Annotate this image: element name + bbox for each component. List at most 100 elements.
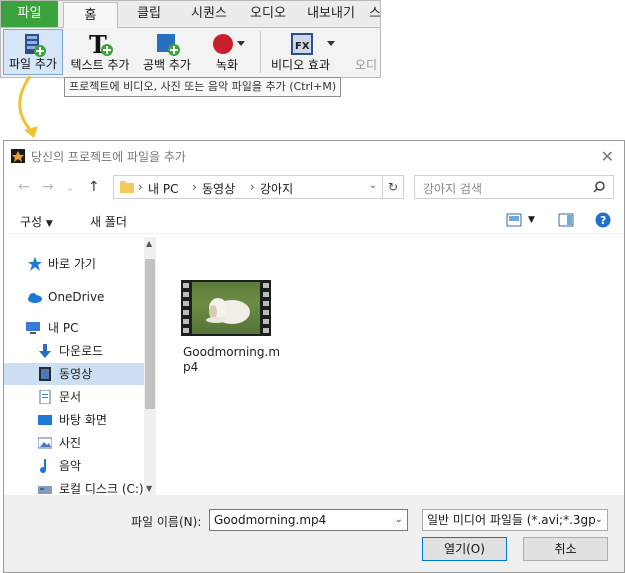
- download-icon: [39, 344, 51, 358]
- breadcrumb-item[interactable]: 강아지: [260, 180, 293, 197]
- video-effects-label: 비디오 효과: [271, 58, 331, 72]
- nav-item-documents[interactable]: 문서: [4, 386, 144, 408]
- tab-more[interactable]: 스: [365, 1, 380, 27]
- nav-item-label: 동영상: [59, 367, 93, 381]
- view-dropdown-icon[interactable]: ▼: [528, 215, 535, 225]
- dialog-title: 당신의 프로젝트에 파일을 추가: [31, 150, 186, 164]
- app-icon: [11, 149, 25, 163]
- up-icon[interactable]: ↑: [88, 179, 100, 195]
- add-blank-button[interactable]: 공백 추가: [137, 29, 197, 75]
- dialog-titlebar: 당신의 프로젝트에 파일을 추가 ✕: [4, 141, 624, 171]
- nav-item-label: 바로 가기: [48, 257, 96, 271]
- navigation-pane: 바로 가기 OneDrive 내 PC 다운로드 동영상 문서 바탕 화면 사진…: [4, 237, 156, 495]
- tab-sequence[interactable]: 시퀀스: [182, 1, 236, 27]
- ribbon-divider: [260, 31, 261, 73]
- nav-item-quick-access[interactable]: 바로 가기: [4, 253, 144, 275]
- music-icon: [40, 459, 46, 473]
- search-icon: [593, 181, 605, 193]
- ribbon-tabbar: 파일 홈 클립 시퀀스 오디오 내보내기 스: [1, 1, 380, 28]
- breadcrumb-item[interactable]: 동영상: [202, 180, 235, 197]
- pointer-arrow-icon: [18, 75, 38, 138]
- nav-item-label: OneDrive: [48, 290, 105, 304]
- nav-scrollbar[interactable]: ▲ ▼: [144, 237, 156, 495]
- nav-item-videos[interactable]: 동영상: [4, 363, 144, 385]
- record-icon: [213, 34, 245, 54]
- tab-home[interactable]: 홈: [63, 2, 118, 28]
- filename-input[interactable]: Goodmorning.mp4 ⌄: [209, 509, 408, 531]
- file-type-dropdown-icon[interactable]: ⌄: [594, 510, 603, 530]
- computer-icon: [26, 322, 40, 334]
- nav-item-desktop[interactable]: 바탕 화면: [4, 409, 144, 431]
- scroll-thumb[interactable]: [145, 259, 155, 409]
- address-bar[interactable]: › 내 PC › 동영상 › 강아지 ⌄ ↻: [113, 175, 404, 199]
- search-input[interactable]: 강아지 검색: [414, 175, 614, 199]
- cancel-button[interactable]: 취소: [523, 537, 608, 561]
- dialog-footer: 파일 이름(N): Goodmorning.mp4 ⌄ 일반 미디어 파일들 (…: [4, 495, 624, 572]
- svg-text:?: ?: [600, 214, 606, 227]
- add-blank-icon: [157, 34, 180, 56]
- video-folder-icon: [39, 367, 51, 381]
- nav-item-downloads[interactable]: 다운로드: [4, 340, 144, 362]
- folder-icon: [120, 181, 134, 193]
- video-thumbnail[interactable]: [181, 280, 271, 336]
- open-button[interactable]: 열기(O): [422, 537, 507, 561]
- nav-item-label: 바탕 화면: [59, 413, 107, 427]
- organize-button[interactable]: 구성 ▼: [20, 213, 53, 230]
- cloud-icon: [28, 293, 42, 303]
- refresh-icon[interactable]: ↻: [382, 176, 403, 198]
- back-icon[interactable]: ←: [18, 179, 30, 195]
- tab-file[interactable]: 파일: [1, 1, 58, 27]
- puppy-image: [206, 298, 250, 324]
- nav-item-local-disk[interactable]: 로컬 디스크 (C:): [4, 478, 144, 495]
- breadcrumb-item[interactable]: 내 PC: [148, 180, 178, 197]
- view-icon[interactable]: [506, 213, 522, 227]
- file-name-label[interactable]: Goodmorning.mp4: [183, 345, 283, 375]
- nav-item-label: 음악: [59, 459, 82, 473]
- picture-icon: [38, 437, 52, 449]
- add-file-button[interactable]: 파일 추가: [3, 29, 63, 75]
- nav-item-label: 다운로드: [59, 344, 104, 358]
- help-icon[interactable]: ?: [595, 212, 611, 228]
- add-file-label: 파일 추가: [9, 57, 57, 71]
- disk-icon: [38, 486, 52, 494]
- new-folder-button[interactable]: 새 폴더: [90, 213, 127, 230]
- tab-audio[interactable]: 오디오: [241, 1, 295, 27]
- scroll-up-icon[interactable]: ▲: [146, 239, 152, 248]
- ribbon: 파일 홈 클립 시퀀스 오디오 내보내기 스 파일 추가 T 텍스트 추가 공백…: [0, 0, 381, 78]
- audio-label: 오디: [355, 58, 378, 72]
- file-type-value: 일반 미디어 파일들 (*.avi;*.3gp: [427, 513, 596, 527]
- breadcrumb-separator: ›: [192, 180, 197, 194]
- filename-dropdown-icon[interactable]: ⌄: [395, 510, 403, 530]
- star-icon: [28, 257, 42, 271]
- nav-item-onedrive[interactable]: OneDrive: [4, 286, 144, 308]
- add-blank-label: 공백 추가: [143, 58, 191, 72]
- file-dialog: 당신의 프로젝트에 파일을 추가 ✕ ← → ⌄ ↑ › 내 PC › 동영상 …: [3, 140, 625, 573]
- video-preview-image: [192, 282, 260, 334]
- tab-clip[interactable]: 클립: [123, 1, 175, 27]
- nav-item-music[interactable]: 음악: [4, 455, 144, 477]
- breadcrumb-separator: ›: [250, 180, 255, 194]
- document-icon: [39, 390, 51, 404]
- tab-export[interactable]: 내보내기: [299, 1, 363, 27]
- audio-button[interactable]: 오디: [355, 29, 380, 75]
- svg-text:FX: FX: [295, 41, 310, 52]
- recent-dropdown-icon[interactable]: ⌄: [66, 183, 74, 194]
- nav-item-pictures[interactable]: 사진: [4, 432, 144, 454]
- forward-icon[interactable]: →: [42, 179, 54, 195]
- nav-item-label: 문서: [59, 390, 82, 404]
- video-effects-button[interactable]: FX 비디오 효과: [265, 29, 353, 75]
- desktop-icon: [38, 415, 52, 425]
- add-text-button[interactable]: T 텍스트 추가: [65, 29, 135, 75]
- add-text-icon: T: [89, 31, 113, 57]
- scroll-down-icon[interactable]: ▼: [146, 484, 152, 493]
- search-placeholder: 강아지 검색: [423, 182, 483, 196]
- address-dropdown-icon[interactable]: ⌄: [369, 180, 377, 191]
- add-text-label: 텍스트 추가: [70, 58, 130, 72]
- nav-item-label: 사진: [59, 436, 82, 450]
- preview-pane-icon[interactable]: [558, 213, 574, 227]
- record-button[interactable]: 녹화: [201, 29, 253, 75]
- organize-label: 구성: [20, 215, 43, 229]
- close-icon[interactable]: ✕: [601, 147, 614, 166]
- file-type-select[interactable]: 일반 미디어 파일들 (*.avi;*.3gp ⌄: [422, 509, 608, 531]
- nav-item-this-pc[interactable]: 내 PC: [4, 317, 144, 339]
